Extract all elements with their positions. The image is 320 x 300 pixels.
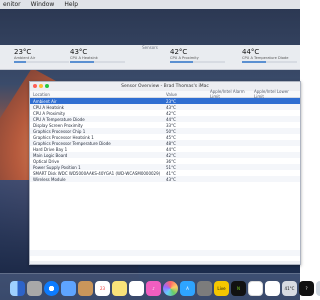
sensor-temp: 23°C: [14, 48, 32, 56]
cell-value: 51°C: [166, 164, 176, 170]
minimize-button[interactable]: [39, 84, 43, 88]
sensor-progress: [170, 61, 225, 63]
dock-item-label: A: [186, 286, 189, 291]
sensor-widget: 23°C Ambient Air: [14, 49, 69, 67]
sensor-temp: 44°C: [242, 48, 260, 56]
menu-item[interactable]: enitor: [3, 1, 21, 8]
notes-icon[interactable]: [112, 281, 127, 296]
table-header: Location Value Apple/Intel Alarm Limit A…: [30, 89, 300, 99]
column-header-alarm-limit[interactable]: Apple/Intel Alarm Limit: [210, 89, 254, 99]
cell-location: SMART Disk WDC WD5000AAKS-40YGA1 (WD-WCA…: [33, 170, 161, 176]
cell-location: Ambient Air: [33, 98, 57, 104]
sensor-fill: [70, 61, 94, 63]
cell-value: 33°C: [166, 122, 176, 128]
photos-icon[interactable]: [163, 281, 178, 296]
sensor-progress: [70, 61, 125, 63]
table-empty-area: [30, 244, 300, 261]
sensor-fill: [170, 61, 194, 63]
cell-location: CPU A Temperature Diode: [33, 116, 85, 122]
sensor-progress: [242, 61, 297, 63]
menu-item[interactable]: Help: [64, 1, 78, 8]
reminders-icon[interactable]: [129, 281, 144, 296]
close-button[interactable]: [33, 84, 37, 88]
music-icon[interactable]: ♪: [146, 281, 161, 296]
launchpad-icon[interactable]: [27, 281, 42, 296]
sensor-table: Location Value Apple/Intel Alarm Limit A…: [30, 89, 300, 261]
dock-item-label: N: [237, 286, 240, 291]
cell-location: Optical Drive: [33, 158, 60, 164]
table-row[interactable]: Wireless Module 43°C: [30, 176, 300, 182]
cell-location: CPU A Proximity: [33, 110, 66, 116]
menu-bar: enitor Window Help: [0, 0, 300, 9]
cell-value: 48°C: [166, 140, 176, 146]
textedit-icon[interactable]: [248, 281, 263, 296]
sensor-label: Ambient Air: [14, 56, 36, 60]
sensor-label: CPU A Heatsink: [70, 56, 98, 60]
live-icon[interactable]: Live: [214, 281, 229, 296]
cell-location: Graphics Processor Chip 1: [33, 128, 86, 134]
activity-monitor-icon[interactable]: [265, 281, 280, 296]
mail-icon[interactable]: [61, 281, 76, 296]
cell-value: 42°C: [166, 152, 176, 158]
sensor-overview-window: Sensor Overview - Brad Thomas's iMac Loc…: [29, 81, 301, 265]
cell-value: 23°C: [166, 98, 176, 104]
sensor-fill: [242, 61, 267, 63]
cell-location: Graphics Processor Temperature Diode: [33, 140, 111, 146]
sensor-widget: 44°C CPU A Temperature Diode: [242, 49, 297, 67]
temperature-icon[interactable]: 41°C: [282, 281, 297, 296]
finder-icon[interactable]: [10, 281, 25, 296]
sensor-label: CPU A Temperature Diode: [242, 56, 289, 60]
window-title: Sensor Overview - Brad Thomas's iMac: [121, 84, 209, 89]
nvidia-icon[interactable]: N: [231, 281, 246, 296]
system-preferences-icon[interactable]: [197, 281, 212, 296]
dock-item-label: ?: [305, 286, 308, 291]
zoom-button[interactable]: [45, 84, 49, 88]
sensor-label: CPU A Proximity: [170, 56, 199, 60]
contacts-icon[interactable]: [78, 281, 93, 296]
cell-location: Power Supply Position 1: [33, 164, 81, 170]
sensor-summary-strip: Sensors 23°C Ambient Air 43°C CPU A Heat…: [0, 45, 300, 70]
app-store-icon[interactable]: A: [180, 281, 195, 296]
sensor-widget: 42°C CPU A Proximity: [170, 49, 225, 67]
sensor-fill: [14, 61, 27, 63]
dock: 23 ♪ A Live N 41°C ?: [0, 273, 320, 300]
cell-value: 43°C: [166, 104, 176, 110]
help-icon[interactable]: ?: [299, 281, 314, 296]
cell-location: Graphics Processor Heatsink 1: [33, 134, 94, 140]
cell-value: 41°C: [166, 170, 176, 176]
cell-value: 44°C: [166, 146, 176, 152]
sensor-temp: 42°C: [170, 48, 188, 56]
cell-value: 50°C: [166, 128, 176, 134]
cell-location: Hard Drive Bay 1: [33, 146, 68, 152]
safari-icon[interactable]: [44, 281, 59, 296]
dock-item-label: Live: [217, 286, 226, 291]
calendar-icon[interactable]: 23: [95, 281, 110, 296]
column-header-value[interactable]: Value: [166, 92, 210, 97]
cell-value: 36°C: [166, 158, 176, 164]
column-header-lower-limit[interactable]: Apple/Intel Lower Limit: [254, 89, 300, 99]
dock-item-label: 41°C: [284, 286, 295, 291]
menu-item[interactable]: Window: [31, 1, 55, 8]
window-controls: [33, 84, 49, 88]
trash-icon[interactable]: [316, 281, 320, 296]
dock-icons: 23 ♪ A Live N 41°C ?: [10, 281, 320, 296]
cell-value: 45°C: [166, 134, 176, 140]
sensor-progress: [14, 61, 69, 63]
cell-location: Main Logic Board: [33, 152, 68, 158]
cell-value: 42°C: [166, 110, 176, 116]
cell-location: Wireless Module: [33, 176, 66, 182]
cell-location: Display Screen Proximity: [33, 122, 83, 128]
cell-location: CPU A Heatsink: [33, 104, 64, 110]
column-header-location[interactable]: Location: [30, 92, 166, 97]
dock-item-label: 23: [99, 286, 106, 291]
sensor-widget: 43°C CPU A Heatsink: [70, 49, 125, 67]
cell-value: 43°C: [166, 176, 176, 182]
sensor-temp: 43°C: [70, 48, 88, 56]
dock-item-label: ♪: [152, 286, 155, 291]
cell-value: 44°C: [166, 116, 176, 122]
